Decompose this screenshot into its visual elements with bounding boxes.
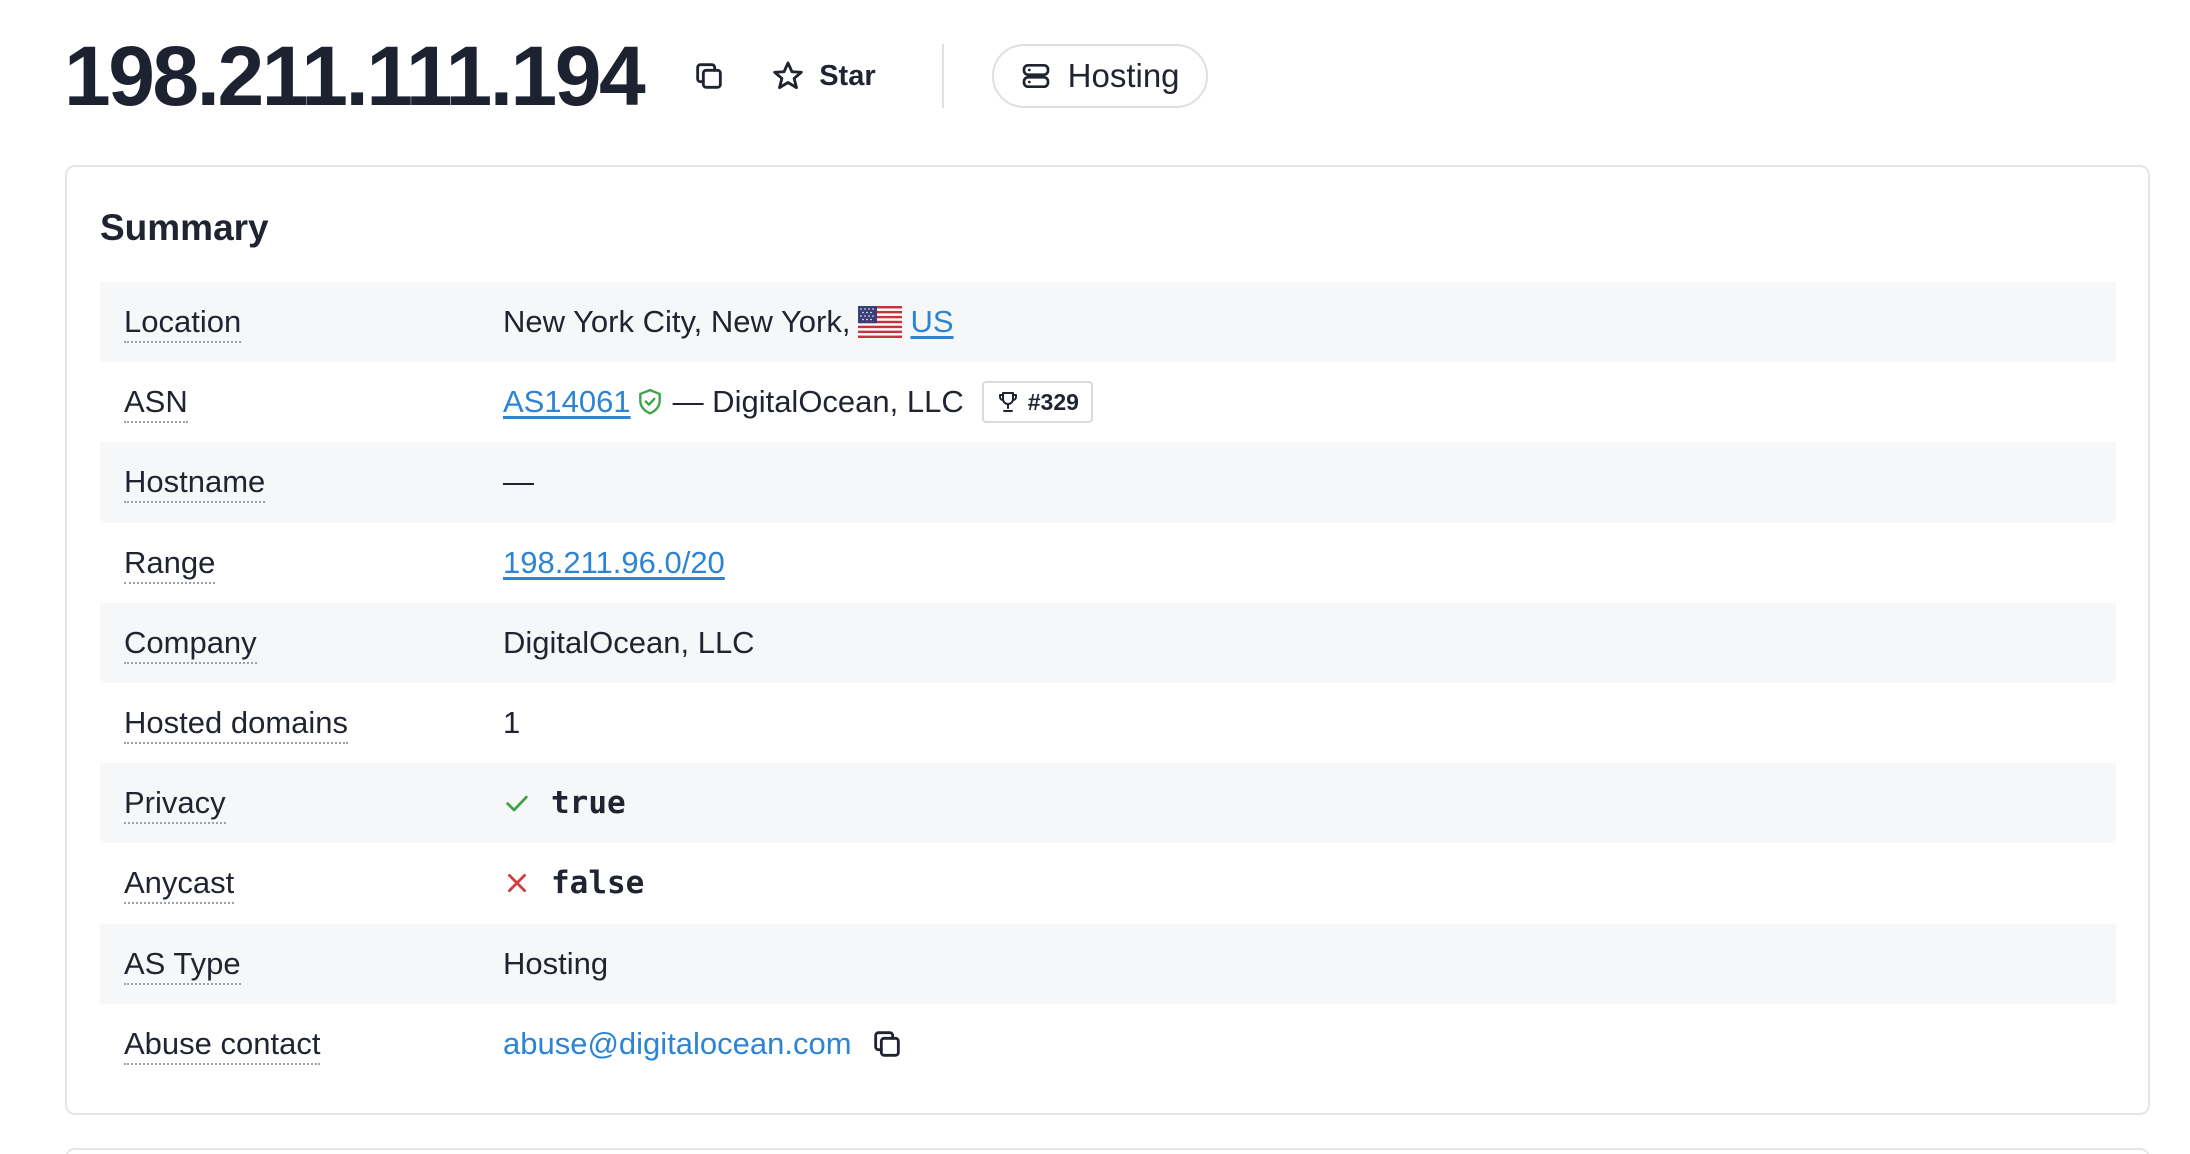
row-value: 1 bbox=[503, 705, 520, 741]
row-value: — bbox=[503, 464, 534, 500]
row-anycast: Anycast false bbox=[100, 843, 2116, 923]
row-label: Anycast bbox=[100, 865, 503, 905]
row-label: Location bbox=[100, 304, 503, 344]
privacy-value: true bbox=[551, 785, 626, 822]
ip-header: 198.211.111.194 Star Hosting bbox=[64, 24, 1208, 128]
range-link[interactable]: 198.211.96.0/20 bbox=[503, 545, 725, 581]
row-label: Privacy bbox=[100, 785, 503, 825]
row-value: false bbox=[503, 865, 644, 901]
row-label: Company bbox=[100, 624, 503, 664]
copy-abuse-button[interactable] bbox=[870, 1027, 904, 1061]
hosting-tag[interactable]: Hosting bbox=[991, 44, 1208, 108]
row-value: Hosting bbox=[503, 946, 608, 982]
row-value: AS14061 — DigitalOcean, LLC #329 bbox=[503, 381, 1093, 424]
asn-rank-badge: #329 bbox=[981, 381, 1093, 424]
server-icon bbox=[1022, 64, 1049, 88]
star-icon bbox=[773, 61, 803, 90]
country-link[interactable]: US bbox=[910, 304, 953, 340]
row-value: true bbox=[503, 785, 626, 821]
verified-shield-icon bbox=[638, 389, 661, 415]
next-card-edge bbox=[65, 1148, 2150, 1154]
us-flag-icon bbox=[858, 306, 903, 339]
row-as-type: AS Type Hosting bbox=[100, 923, 2116, 1004]
asn-org: — DigitalOcean, LLC bbox=[672, 384, 964, 420]
hostname-value: — bbox=[503, 464, 534, 500]
page: 198.211.111.194 Star Hosting Summary Loc… bbox=[0, 0, 2190, 1154]
row-company: Company DigitalOcean, LLC bbox=[100, 602, 2116, 683]
copy-icon bbox=[696, 63, 722, 89]
hosting-tag-label: Hosting bbox=[1067, 57, 1180, 94]
row-label: Hostname bbox=[100, 464, 503, 504]
asn-link[interactable]: AS14061 bbox=[503, 384, 631, 420]
row-label: Abuse contact bbox=[100, 1025, 503, 1065]
ip-title: 198.211.111.194 bbox=[64, 29, 646, 123]
summary-title: Summary bbox=[100, 207, 269, 248]
row-location: Location New York City, New York, US bbox=[100, 282, 2116, 363]
row-value: DigitalOcean, LLC bbox=[503, 625, 755, 661]
company-value: DigitalOcean, LLC bbox=[503, 624, 755, 660]
row-value: 198.211.96.0/20 bbox=[503, 545, 725, 581]
copy-icon bbox=[873, 1031, 900, 1057]
row-hosted-domains: Hosted domains 1 bbox=[100, 683, 2116, 763]
row-hostname: Hostname — bbox=[100, 442, 2116, 523]
trophy-icon bbox=[998, 392, 1017, 413]
row-abuse-contact: Abuse contact abuse@digitalocean.com bbox=[100, 1004, 2116, 1084]
summary-table: Location New York City, New York, US ASN… bbox=[100, 282, 2116, 1084]
row-label: Range bbox=[100, 544, 503, 584]
star-label: Star bbox=[819, 59, 876, 92]
check-icon bbox=[506, 795, 528, 812]
as-type-value: Hosting bbox=[503, 945, 609, 981]
star-button[interactable]: Star bbox=[771, 59, 876, 93]
x-icon bbox=[508, 874, 526, 893]
summary-card: Summary Location New York City, New York… bbox=[65, 165, 2150, 1115]
row-value: New York City, New York, US bbox=[503, 304, 954, 340]
asn-rank: #329 bbox=[1027, 388, 1079, 415]
copy-ip-button[interactable] bbox=[687, 54, 731, 98]
hosted-domains-value: 1 bbox=[503, 705, 521, 741]
row-label: AS Type bbox=[100, 945, 503, 985]
location-text: New York City, New York, bbox=[503, 304, 851, 340]
row-asn: ASN AS14061 — DigitalOcean, LLC #329 bbox=[100, 362, 2116, 442]
row-label: Hosted domains bbox=[100, 705, 503, 745]
anycast-value: false bbox=[551, 865, 645, 902]
row-value: abuse@digitalocean.com bbox=[503, 1026, 904, 1062]
row-privacy: Privacy true bbox=[100, 763, 2116, 844]
row-label: ASN bbox=[100, 384, 503, 424]
abuse-email-link[interactable]: abuse@digitalocean.com bbox=[503, 1026, 852, 1062]
row-range: Range 198.211.96.0/20 bbox=[100, 523, 2116, 603]
header-divider bbox=[941, 44, 944, 108]
